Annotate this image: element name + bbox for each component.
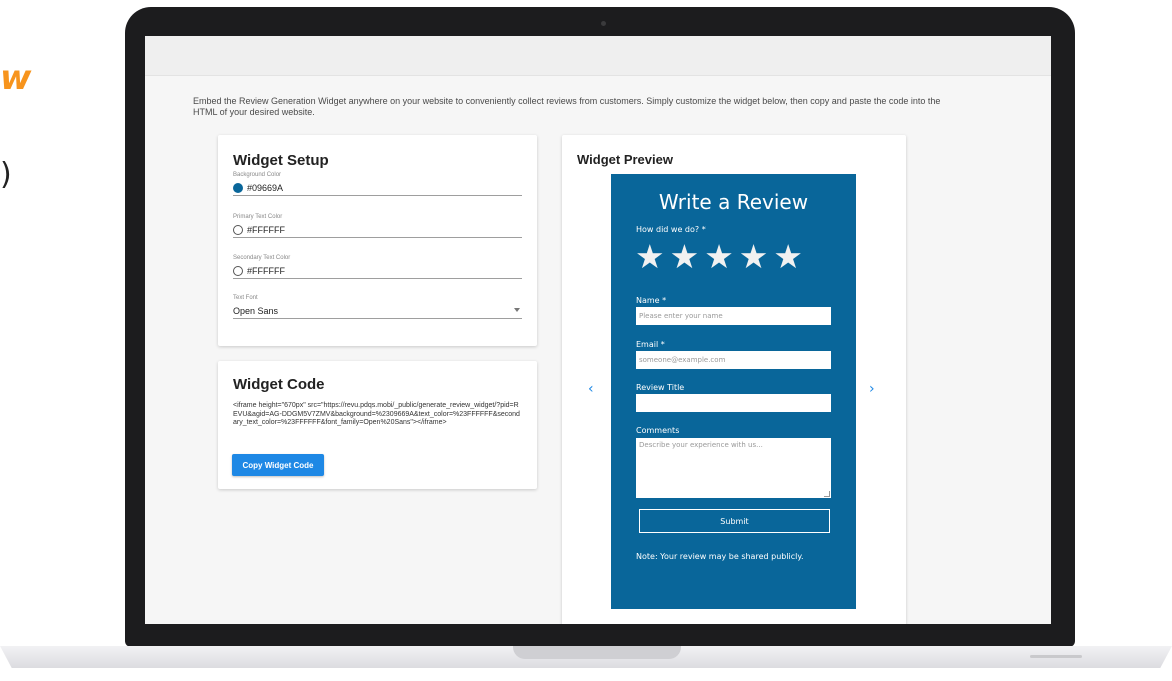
widget-code-snippet[interactable]: <iframe height="670px" src="https://revu…	[233, 402, 523, 428]
text-font-select[interactable]: Text Font Open Sans	[233, 295, 522, 319]
star-icon[interactable]: ★	[773, 240, 803, 273]
background-color-field[interactable]: Background Color #09669A	[233, 172, 522, 196]
star-icon[interactable]: ★	[635, 240, 665, 273]
review-title-label: Review Title	[636, 383, 685, 392]
background-color-value: #09669A	[247, 183, 284, 193]
public-note: Note: Your review may be shared publicly…	[636, 552, 804, 561]
primary-text-color-value: #FFFFFF	[247, 225, 285, 235]
widget-heading: Write a Review	[658, 190, 809, 214]
text-font-value: Open Sans	[233, 306, 279, 316]
partial-logo-letter: w	[0, 58, 32, 98]
star-icon[interactable]: ★	[704, 240, 734, 273]
secondary-text-color-value: #FFFFFF	[247, 266, 285, 276]
primary-text-color-label: Primary Text Color	[233, 214, 283, 220]
name-input[interactable]: Please enter your name	[636, 307, 831, 325]
star-icon[interactable]: ★	[739, 240, 769, 273]
widget-preview-title: Widget Preview	[577, 152, 673, 167]
copy-widget-code-button[interactable]: Copy Widget Code	[232, 454, 324, 476]
background-color-label: Background Color	[233, 172, 282, 178]
dropdown-caret-icon[interactable]	[514, 308, 520, 312]
comments-textarea[interactable]: Describe your experience with us...	[636, 438, 831, 498]
intro-text: Embed the Review Generation Widget anywh…	[193, 96, 941, 117]
email-label: Email *	[636, 340, 665, 349]
widget-code-title: Widget Code	[233, 376, 325, 393]
resize-handle-icon[interactable]	[824, 491, 830, 497]
laptop-base-detail	[1030, 655, 1082, 658]
name-label: Name *	[636, 296, 667, 305]
email-input[interactable]: someone@example.com	[636, 351, 831, 369]
partial-heading-text: )	[0, 157, 12, 192]
secondary-text-color-label: Secondary Text Color	[233, 255, 291, 261]
widget-code-card: Widget Code <iframe height="670px" src="…	[218, 361, 537, 489]
secondary-text-color-field[interactable]: Secondary Text Color #FFFFFF	[233, 255, 522, 279]
primary-text-color-swatch-icon[interactable]	[233, 225, 243, 235]
text-font-label: Text Font	[233, 295, 258, 301]
comments-placeholder: Describe your experience with us...	[639, 441, 763, 449]
primary-text-color-field[interactable]: Primary Text Color #FFFFFF	[233, 214, 522, 238]
rating-label: How did we do? *	[636, 225, 706, 234]
background-color-swatch-icon[interactable]	[233, 183, 243, 193]
laptop-screen: Embed the Review Generation Widget anywh…	[145, 36, 1051, 624]
comments-label: Comments	[636, 426, 680, 435]
review-widget-preview: Write a Review How did we do? * ★ ★ ★ ★ …	[611, 174, 856, 609]
chevron-left-icon[interactable]: ‹	[588, 382, 594, 396]
laptop-camera	[601, 21, 606, 26]
widget-setup-card: Widget Setup Background Color #09669A Pr…	[218, 135, 537, 346]
star-icon[interactable]: ★	[670, 240, 700, 273]
laptop-notch	[513, 646, 681, 659]
chevron-right-icon[interactable]: ›	[869, 382, 875, 396]
review-title-input[interactable]	[636, 394, 831, 412]
star-rating[interactable]: ★ ★ ★ ★ ★	[635, 240, 803, 273]
widget-setup-title: Widget Setup	[233, 152, 329, 169]
app-top-bar	[145, 36, 1051, 76]
submit-button[interactable]: Submit	[639, 509, 830, 533]
secondary-text-color-swatch-icon[interactable]	[233, 266, 243, 276]
